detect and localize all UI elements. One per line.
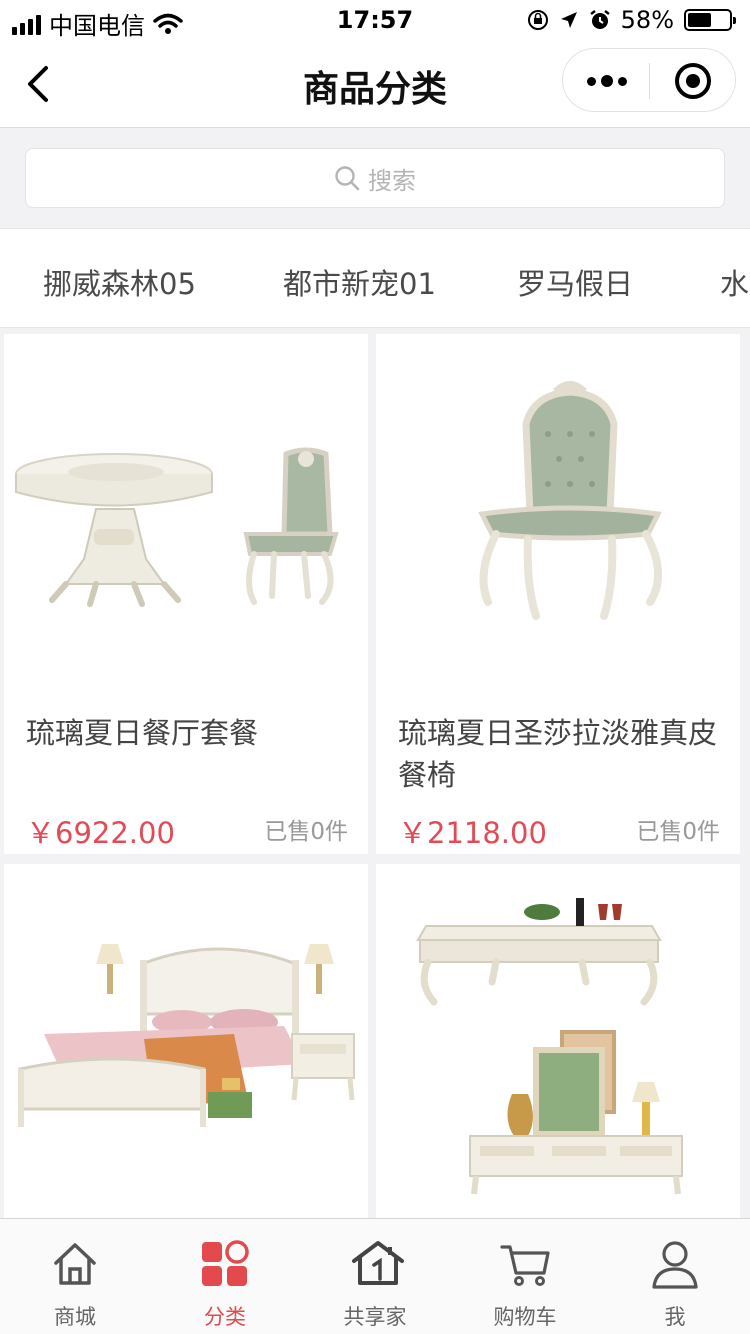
cart-icon <box>500 1245 550 1286</box>
battery-icon <box>684 9 736 31</box>
rotation-lock-icon <box>527 10 548 30</box>
category-icon <box>202 1240 249 1286</box>
product-image-leather-chair <box>478 381 663 620</box>
product-name: 琉璃夏日圣莎拉淡雅真皮餐椅 <box>398 716 718 792</box>
search-input[interactable]: 搜索 <box>25 148 725 208</box>
mini-program-capsule <box>562 48 736 112</box>
product-card[interactable]: 琉璃夏日餐厅套餐 ￥6922.00 已售0件 <box>4 334 368 854</box>
status-bar: 中国电信 17:57 58% <box>0 0 750 40</box>
search-area: 搜索 <box>0 128 750 228</box>
home-icon <box>54 1243 96 1285</box>
tab-share-home[interactable]: 共享家 <box>300 1219 450 1334</box>
product-sold-count: 已售0件 <box>636 819 720 845</box>
tab-category[interactable]: 分类 <box>150 1219 300 1334</box>
tab-mall[interactable]: 商城 <box>0 1219 150 1334</box>
product-card[interactable] <box>4 864 368 1218</box>
product-image-bed-set <box>18 944 355 1127</box>
search-icon <box>335 166 360 191</box>
user-icon <box>652 1241 698 1289</box>
tab-label: 商城 <box>54 1305 96 1329</box>
share-home-icon <box>352 1241 404 1285</box>
product-price: ￥6922.00 <box>26 816 175 850</box>
product-card[interactable] <box>376 864 740 1218</box>
tab-me[interactable]: 我 <box>600 1219 750 1334</box>
product-image-dining-set <box>15 447 339 607</box>
bottom-tab-bar: 商城 分类 共享家 购物车 我 <box>0 1218 750 1334</box>
tab-label: 我 <box>664 1305 686 1329</box>
product-price: ￥2118.00 <box>398 816 547 850</box>
category-tab[interactable]: 水 <box>720 261 749 303</box>
more-icon[interactable] <box>587 67 627 95</box>
alarm-icon <box>589 10 610 29</box>
product-card[interactable]: 琉璃夏日圣莎拉淡雅真皮餐椅 ￥2118.00 已售0件 <box>376 334 740 854</box>
tab-label: 分类 <box>204 1305 246 1329</box>
capsule-divider <box>649 63 650 99</box>
tab-label: 共享家 <box>343 1305 407 1329</box>
battery-percent: 58% <box>620 6 674 34</box>
close-target-icon[interactable] <box>675 63 711 99</box>
product-grid: 琉璃夏日餐厅套餐 ￥6922.00 已售0件 琉璃夏日圣莎拉淡雅真皮餐椅 ￥21… <box>0 328 750 1218</box>
tab-cart[interactable]: 购物车 <box>450 1219 600 1334</box>
category-tabs: 挪威森林05 都市新宠01 罗马假日 水 <box>0 228 750 328</box>
category-tab[interactable]: 挪威森林05 <box>43 261 196 303</box>
product-image-living-room-set <box>416 898 683 1195</box>
location-icon <box>560 12 577 28</box>
nav-bar: 商品分类 <box>0 40 750 128</box>
category-tab[interactable]: 都市新宠01 <box>283 261 436 303</box>
category-tab[interactable]: 罗马假日 <box>517 261 633 303</box>
tab-label: 购物车 <box>493 1305 557 1329</box>
product-name: 琉璃夏日餐厅套餐 <box>26 716 259 750</box>
product-sold-count: 已售0件 <box>264 819 348 845</box>
search-placeholder: 搜索 <box>368 166 416 195</box>
